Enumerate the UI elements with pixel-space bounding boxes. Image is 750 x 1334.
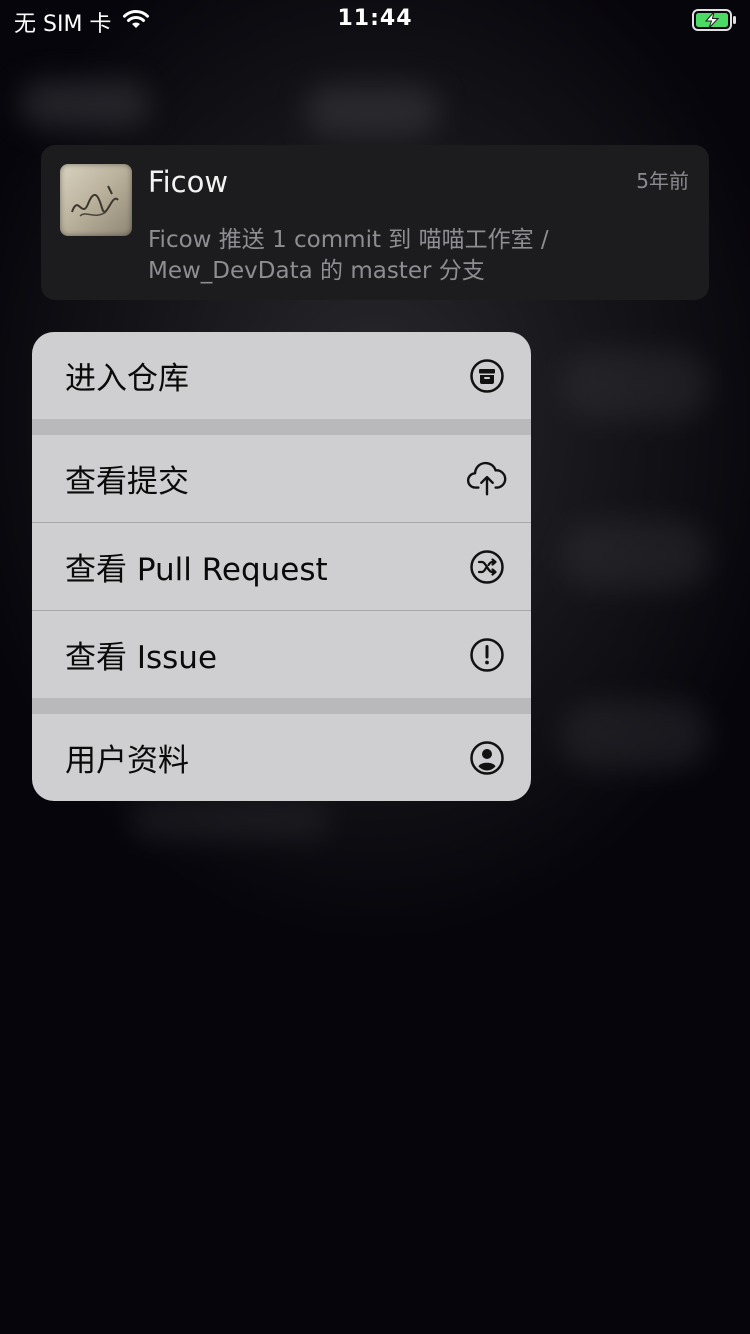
battery-charging-icon bbox=[692, 9, 736, 31]
menu-item-view-commits[interactable]: 查看提交 bbox=[32, 435, 531, 522]
menu-item-label: 查看 Pull Request bbox=[65, 552, 328, 588]
menu-item-label: 查看提交 bbox=[65, 464, 189, 500]
exclamation-icon bbox=[466, 634, 508, 676]
notification-time: 5年前 bbox=[636, 169, 689, 193]
menu-item-label: 进入仓库 bbox=[65, 361, 189, 397]
notification-card[interactable]: Ficow 5年前 Ficow 推送 1 commit 到 喵喵工作室 / Me… bbox=[41, 145, 709, 300]
status-bar: 无 SIM 卡 11:44 bbox=[0, 0, 750, 40]
context-menu: 进入仓库 查看提交 查看 Pull Request 查看 Issue 用户资料 bbox=[32, 332, 531, 801]
menu-item-label: 查看 Issue bbox=[65, 640, 218, 676]
archive-icon bbox=[466, 355, 508, 397]
menu-item-view-issues[interactable]: 查看 Issue bbox=[32, 611, 531, 698]
avatar-image bbox=[60, 164, 132, 236]
shuffle-icon bbox=[466, 546, 508, 588]
notification-title: Ficow bbox=[148, 165, 229, 199]
user-circle-icon bbox=[466, 737, 508, 779]
menu-item-open-repository[interactable]: 进入仓库 bbox=[32, 332, 531, 419]
menu-item-label: 用户资料 bbox=[65, 743, 189, 779]
menu-group-divider bbox=[32, 698, 531, 714]
status-time: 11:44 bbox=[337, 6, 413, 31]
menu-group-divider bbox=[32, 419, 531, 435]
menu-item-user-profile[interactable]: 用户资料 bbox=[32, 714, 531, 801]
notification-body: Ficow 推送 1 commit 到 喵喵工作室 / Mew_DevData … bbox=[148, 227, 549, 284]
menu-item-view-pull-requests[interactable]: 查看 Pull Request bbox=[32, 523, 531, 610]
cloud-upload-icon bbox=[466, 458, 508, 500]
